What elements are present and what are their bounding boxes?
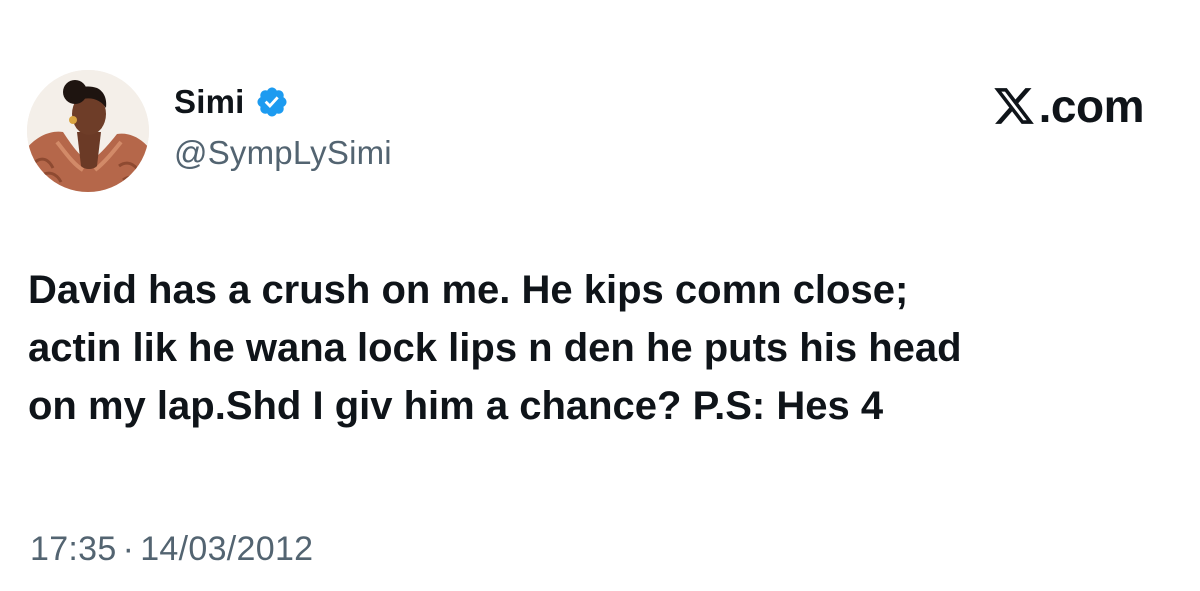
tweet-card: Simi @SympLySimi .com David has a crush …: [0, 0, 1200, 591]
timestamp-separator: ·: [122, 530, 135, 568]
display-name[interactable]: Simi: [174, 83, 245, 121]
user-handle[interactable]: @SympLySimi: [174, 134, 392, 172]
profile-photo: [27, 70, 149, 192]
avatar[interactable]: [27, 70, 149, 192]
tweet-date: 14/03/2012: [140, 530, 314, 568]
x-logo-icon: [992, 84, 1036, 128]
author-name-row: Simi: [174, 80, 289, 124]
brand-logo: .com: [992, 79, 1145, 133]
verified-badge-icon: [255, 85, 289, 119]
tweet-timestamp[interactable]: 17:35 · 14/03/2012: [30, 530, 313, 569]
tweet-text: David has a crush on me. He kips comn cl…: [28, 268, 962, 428]
tweet-time: 17:35: [30, 530, 117, 568]
brand-domain-text: .com: [1038, 80, 1145, 132]
